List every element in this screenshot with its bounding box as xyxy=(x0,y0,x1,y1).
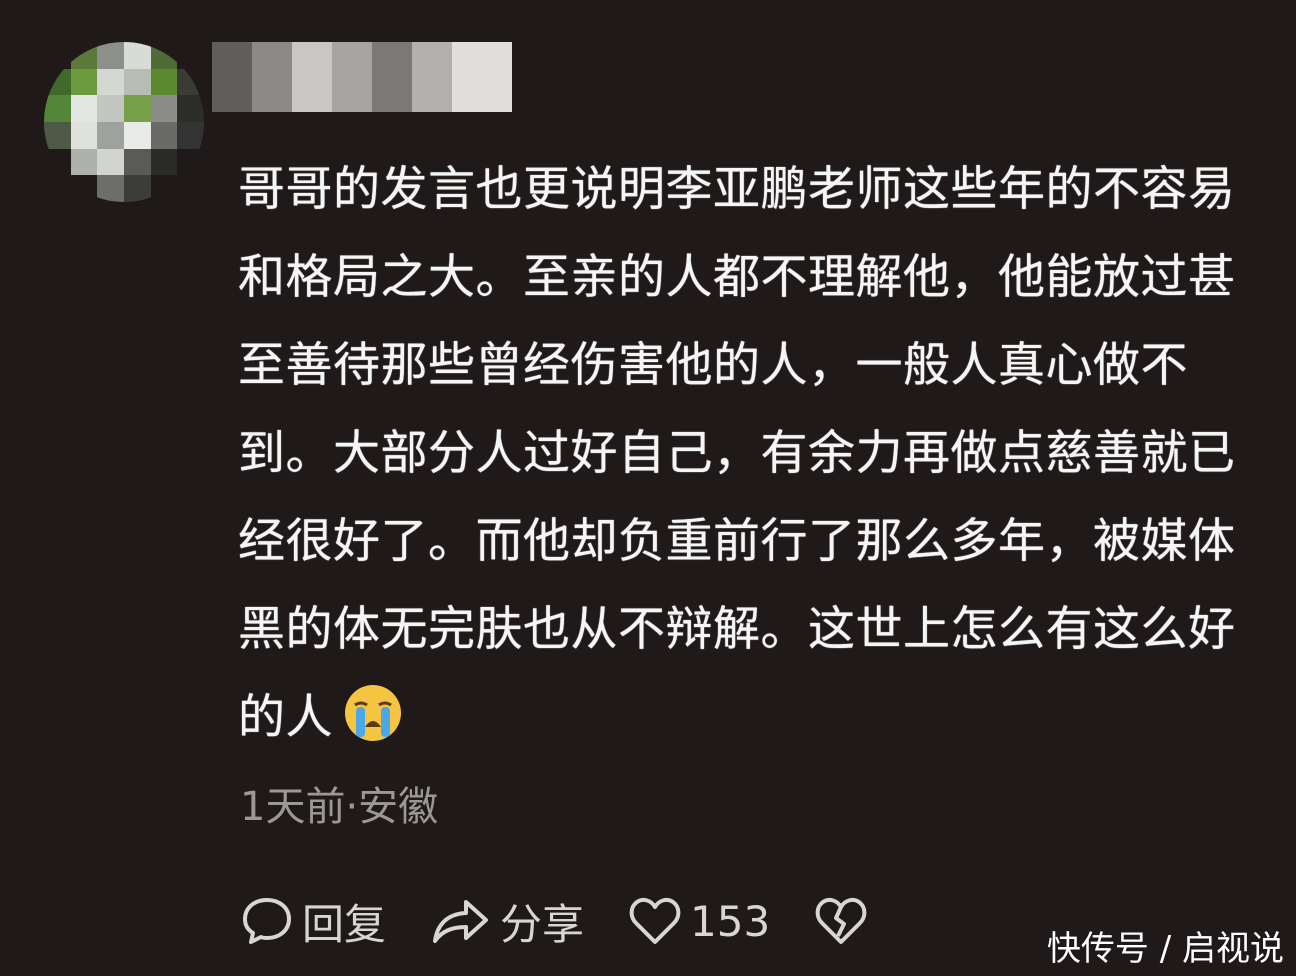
action-bar: 回复 分享 153 xyxy=(240,886,912,956)
watermark: 快传号 / 启视说 xyxy=(1046,929,1284,969)
broken-heart-icon xyxy=(815,897,867,944)
avatar[interactable] xyxy=(44,42,204,202)
comment-body: 哥哥的发言也更说明李亚鹏老师这些年的不容易和格局之大。至亲的人都不理解他，他能放… xyxy=(238,146,1238,762)
comment-text: 哥哥的发言也更说明李亚鹏老师这些年的不容易和格局之大。至亲的人都不理解他，他能放… xyxy=(238,162,1236,745)
share-button[interactable]: 分享 xyxy=(430,891,584,952)
reply-label: 回复 xyxy=(302,899,387,949)
avatar-mosaic xyxy=(44,42,204,202)
heart-icon xyxy=(629,897,681,944)
like-button[interactable]: 153 xyxy=(628,896,770,946)
username-redacted[interactable] xyxy=(212,42,512,112)
share-arrow-icon xyxy=(433,900,489,943)
reply-button[interactable]: 回复 xyxy=(240,891,386,952)
comment-meta: 1天前·安徽 xyxy=(240,784,439,830)
like-count: 153 xyxy=(690,896,771,946)
dislike-button[interactable] xyxy=(814,896,868,946)
share-label: 分享 xyxy=(500,899,585,949)
comment-bubble-icon xyxy=(243,898,291,944)
loudly-crying-face-icon xyxy=(345,685,401,741)
